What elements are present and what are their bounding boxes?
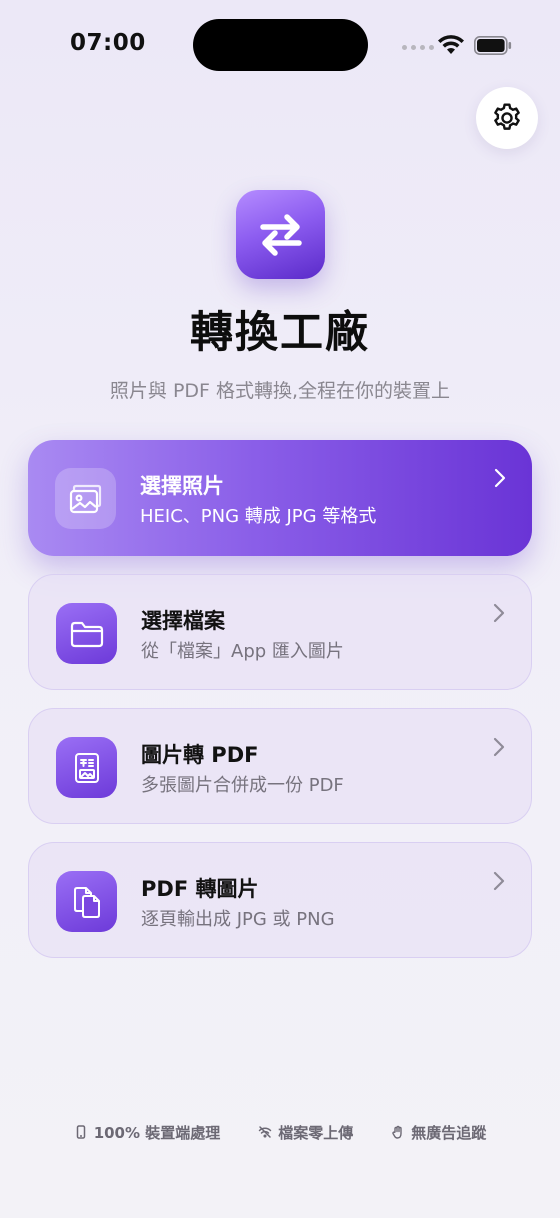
footer-label: 檔案零上傳 — [278, 1123, 354, 1142]
footer-label: 100% 裝置端處理 — [93, 1123, 221, 1142]
swap-arrows-icon — [259, 213, 302, 256]
app-logo — [236, 190, 325, 279]
hand-icon — [392, 1125, 402, 1139]
wifi-icon — [438, 35, 464, 54]
battery-icon — [474, 36, 512, 55]
page-title: 轉換工廠 — [190, 308, 370, 358]
pdf-to-images-button[interactable]: PDF 轉圖片 逐頁輸出成 JPG 或 PNG — [28, 842, 532, 958]
card-title: PDF 轉圖片 — [141, 877, 259, 901]
footer-item-no-upload: 檔案零上傳 — [258, 1120, 353, 1144]
status-bar: 07:00 — [0, 0, 560, 90]
card-icon-container — [55, 468, 116, 529]
photos-icon — [69, 484, 101, 513]
images-to-pdf-button[interactable]: 圖片轉 PDF 多張圖片合併成一份 PDF — [28, 708, 532, 824]
card-title: 圖片轉 PDF — [141, 743, 259, 767]
wifi-off-icon — [259, 1126, 272, 1138]
card-icon-container — [56, 871, 117, 932]
settings-button[interactable] — [476, 87, 538, 149]
folder-icon — [70, 621, 103, 647]
card-icon-container — [56, 737, 117, 798]
dynamic-island — [193, 19, 368, 71]
card-icon-container — [56, 603, 117, 664]
select-files-button[interactable]: 選擇檔案 從「檔案」App 匯入圖片 — [28, 574, 532, 690]
chevron-right-icon — [493, 737, 505, 757]
footer-label: 無廣告追蹤 — [411, 1123, 487, 1142]
card-title: 選擇檔案 — [141, 609, 225, 633]
card-subtitle: 逐頁輸出成 JPG 或 PNG — [141, 909, 335, 930]
card-subtitle: 多張圖片合併成一份 PDF — [141, 775, 344, 796]
footer-item-on-device: 100% 裝置端處理 — [74, 1120, 221, 1144]
card-subtitle: 從「檔案」App 匯入圖片 — [141, 641, 344, 662]
footer-item-no-ads: 無廣告追蹤 — [391, 1120, 486, 1144]
card-subtitle: HEIC、PNG 轉成 JPG 等格式 — [140, 506, 377, 527]
privacy-footer: 100% 裝置端處理 檔案零上傳 無廣告追蹤 — [0, 1120, 560, 1144]
chevron-right-icon — [493, 871, 505, 891]
documents-icon — [73, 886, 100, 918]
phone-icon — [76, 1125, 85, 1139]
status-time: 07:00 — [70, 30, 146, 56]
page-subtitle: 照片與 PDF 格式轉換,全程在你的裝置上 — [109, 380, 451, 402]
select-photos-button[interactable]: 選擇照片 HEIC、PNG 轉成 JPG 等格式 — [28, 440, 532, 556]
signal-dots-icon — [402, 45, 434, 50]
chevron-right-icon — [494, 468, 506, 488]
gear-icon — [494, 103, 520, 130]
image-to-pdf-icon — [74, 752, 99, 783]
chevron-right-icon — [493, 603, 505, 623]
card-title: 選擇照片 — [140, 474, 224, 498]
